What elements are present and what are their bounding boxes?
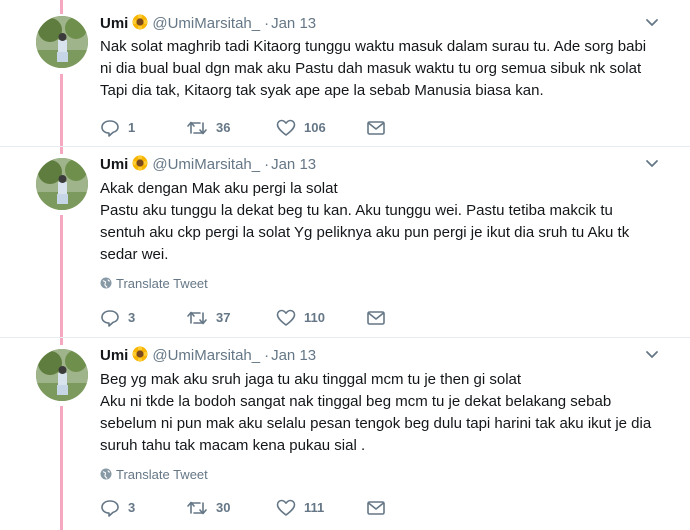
reply-count: 3 bbox=[128, 500, 136, 515]
tweet-text-line: Beg yg mak aku sruh jaga tu aku tinggal … bbox=[100, 371, 522, 388]
reply-icon bbox=[101, 500, 119, 517]
envelope-icon bbox=[367, 501, 385, 515]
translate-label: Translate Tweet bbox=[116, 276, 208, 291]
separator-dot: · bbox=[264, 15, 270, 32]
like-button[interactable]: 110 bbox=[276, 308, 325, 328]
tweet[interactable]: Umi @UmiMarsitah_ · Jan 13 Nak solat maghri… bbox=[0, 0, 690, 147]
retweet-count: 37 bbox=[216, 310, 231, 325]
heart-icon bbox=[276, 119, 296, 136]
tweet-text-line: Akak dengan Mak aku pergi la solat bbox=[100, 180, 338, 197]
tweet-text: Beg yg mak aku sruh jaga tu aku tinggal … bbox=[100, 369, 660, 457]
reply-icon bbox=[101, 310, 119, 327]
tweet-text-line: Pastu aku tunggu la dekat beg tu kan. Ak… bbox=[100, 202, 630, 263]
tweet-actions: 3 30 111 bbox=[100, 498, 400, 518]
tweet-text: Nak solat maghrib tadi Kitaorg tunggu wa… bbox=[100, 36, 660, 102]
envelope-icon bbox=[367, 311, 385, 325]
tweet-thread: Umi @UmiMarsitah_ · Jan 13 Nak solat maghri… bbox=[0, 0, 690, 530]
reply-count: 1 bbox=[128, 120, 136, 135]
avatar[interactable] bbox=[36, 158, 88, 210]
separator-dot: · bbox=[264, 347, 270, 364]
direct-message-button[interactable] bbox=[366, 308, 386, 328]
chevron-down-icon[interactable] bbox=[644, 348, 660, 362]
retweet-button[interactable]: 37 bbox=[186, 308, 230, 328]
tweet-actions: 3 37 110 bbox=[100, 308, 400, 328]
retweet-button[interactable]: 30 bbox=[186, 498, 230, 518]
like-count: 111 bbox=[304, 500, 325, 515]
retweet-button[interactable]: 36 bbox=[186, 118, 230, 138]
direct-message-button[interactable] bbox=[366, 498, 386, 518]
sunflower-emoji bbox=[132, 346, 149, 362]
heart-icon bbox=[276, 309, 296, 326]
retweet-icon bbox=[187, 121, 207, 135]
display-name[interactable]: Umi bbox=[100, 15, 128, 32]
tweet-timestamp[interactable]: Jan 13 bbox=[271, 347, 316, 364]
tweet-header: Umi @UmiMarsitah_ · Jan 13 bbox=[100, 14, 660, 34]
globe-icon bbox=[100, 468, 112, 480]
tweet-timestamp[interactable]: Jan 13 bbox=[271, 15, 316, 32]
tweet-header: Umi @UmiMarsitah_ · Jan 13 bbox=[100, 346, 660, 366]
like-count: 110 bbox=[304, 310, 325, 325]
translate-tweet-link[interactable]: Translate Tweet bbox=[100, 467, 208, 483]
translate-tweet-link[interactable]: Translate Tweet bbox=[100, 276, 208, 292]
like-count: 106 bbox=[304, 120, 326, 135]
tweet-timestamp[interactable]: Jan 13 bbox=[271, 156, 316, 173]
sunflower-emoji bbox=[132, 155, 149, 171]
reply-icon bbox=[101, 120, 119, 137]
retweet-count: 36 bbox=[216, 120, 231, 135]
translate-label: Translate Tweet bbox=[116, 467, 208, 482]
retweet-icon bbox=[187, 311, 207, 325]
reply-count: 3 bbox=[128, 310, 136, 325]
like-button[interactable]: 106 bbox=[276, 118, 326, 138]
tweet-actions: 1 36 106 bbox=[100, 118, 400, 138]
reply-button[interactable]: 1 bbox=[100, 118, 135, 138]
user-handle[interactable]: @UmiMarsitah_ bbox=[152, 156, 260, 173]
avatar[interactable] bbox=[36, 16, 88, 68]
heart-icon bbox=[276, 499, 296, 516]
tweet[interactable]: Umi @UmiMarsitah_ · Jan 13 Beg yg mak aku s… bbox=[0, 337, 690, 530]
tweet[interactable]: Umi @UmiMarsitah_ · Jan 13 Akak dengan Mak … bbox=[0, 146, 690, 338]
retweet-count: 30 bbox=[216, 500, 231, 515]
reply-button[interactable]: 3 bbox=[100, 308, 135, 328]
chevron-down-icon[interactable] bbox=[644, 157, 660, 171]
tweet-header: Umi @UmiMarsitah_ · Jan 13 bbox=[100, 155, 660, 175]
retweet-icon bbox=[187, 501, 207, 515]
tweet-text-line: Nak solat maghrib tadi Kitaorg tunggu wa… bbox=[100, 38, 647, 99]
tweet-text: Akak dengan Mak aku pergi la solat Pastu… bbox=[100, 178, 660, 266]
avatar[interactable] bbox=[36, 349, 88, 401]
display-name[interactable]: Umi bbox=[100, 156, 128, 173]
user-handle[interactable]: @UmiMarsitah_ bbox=[152, 347, 260, 364]
display-name[interactable]: Umi bbox=[100, 347, 128, 364]
tweet-text-line: Aku ni tkde la bodoh sangat nak tinggal … bbox=[100, 393, 652, 454]
direct-message-button[interactable] bbox=[366, 118, 386, 138]
user-handle[interactable]: @UmiMarsitah_ bbox=[152, 15, 260, 32]
like-button[interactable]: 111 bbox=[276, 498, 324, 518]
envelope-icon bbox=[367, 121, 385, 135]
separator-dot: · bbox=[264, 156, 270, 173]
reply-button[interactable]: 3 bbox=[100, 498, 135, 518]
sunflower-emoji bbox=[132, 14, 149, 30]
chevron-down-icon[interactable] bbox=[644, 16, 660, 30]
globe-icon bbox=[100, 277, 112, 289]
